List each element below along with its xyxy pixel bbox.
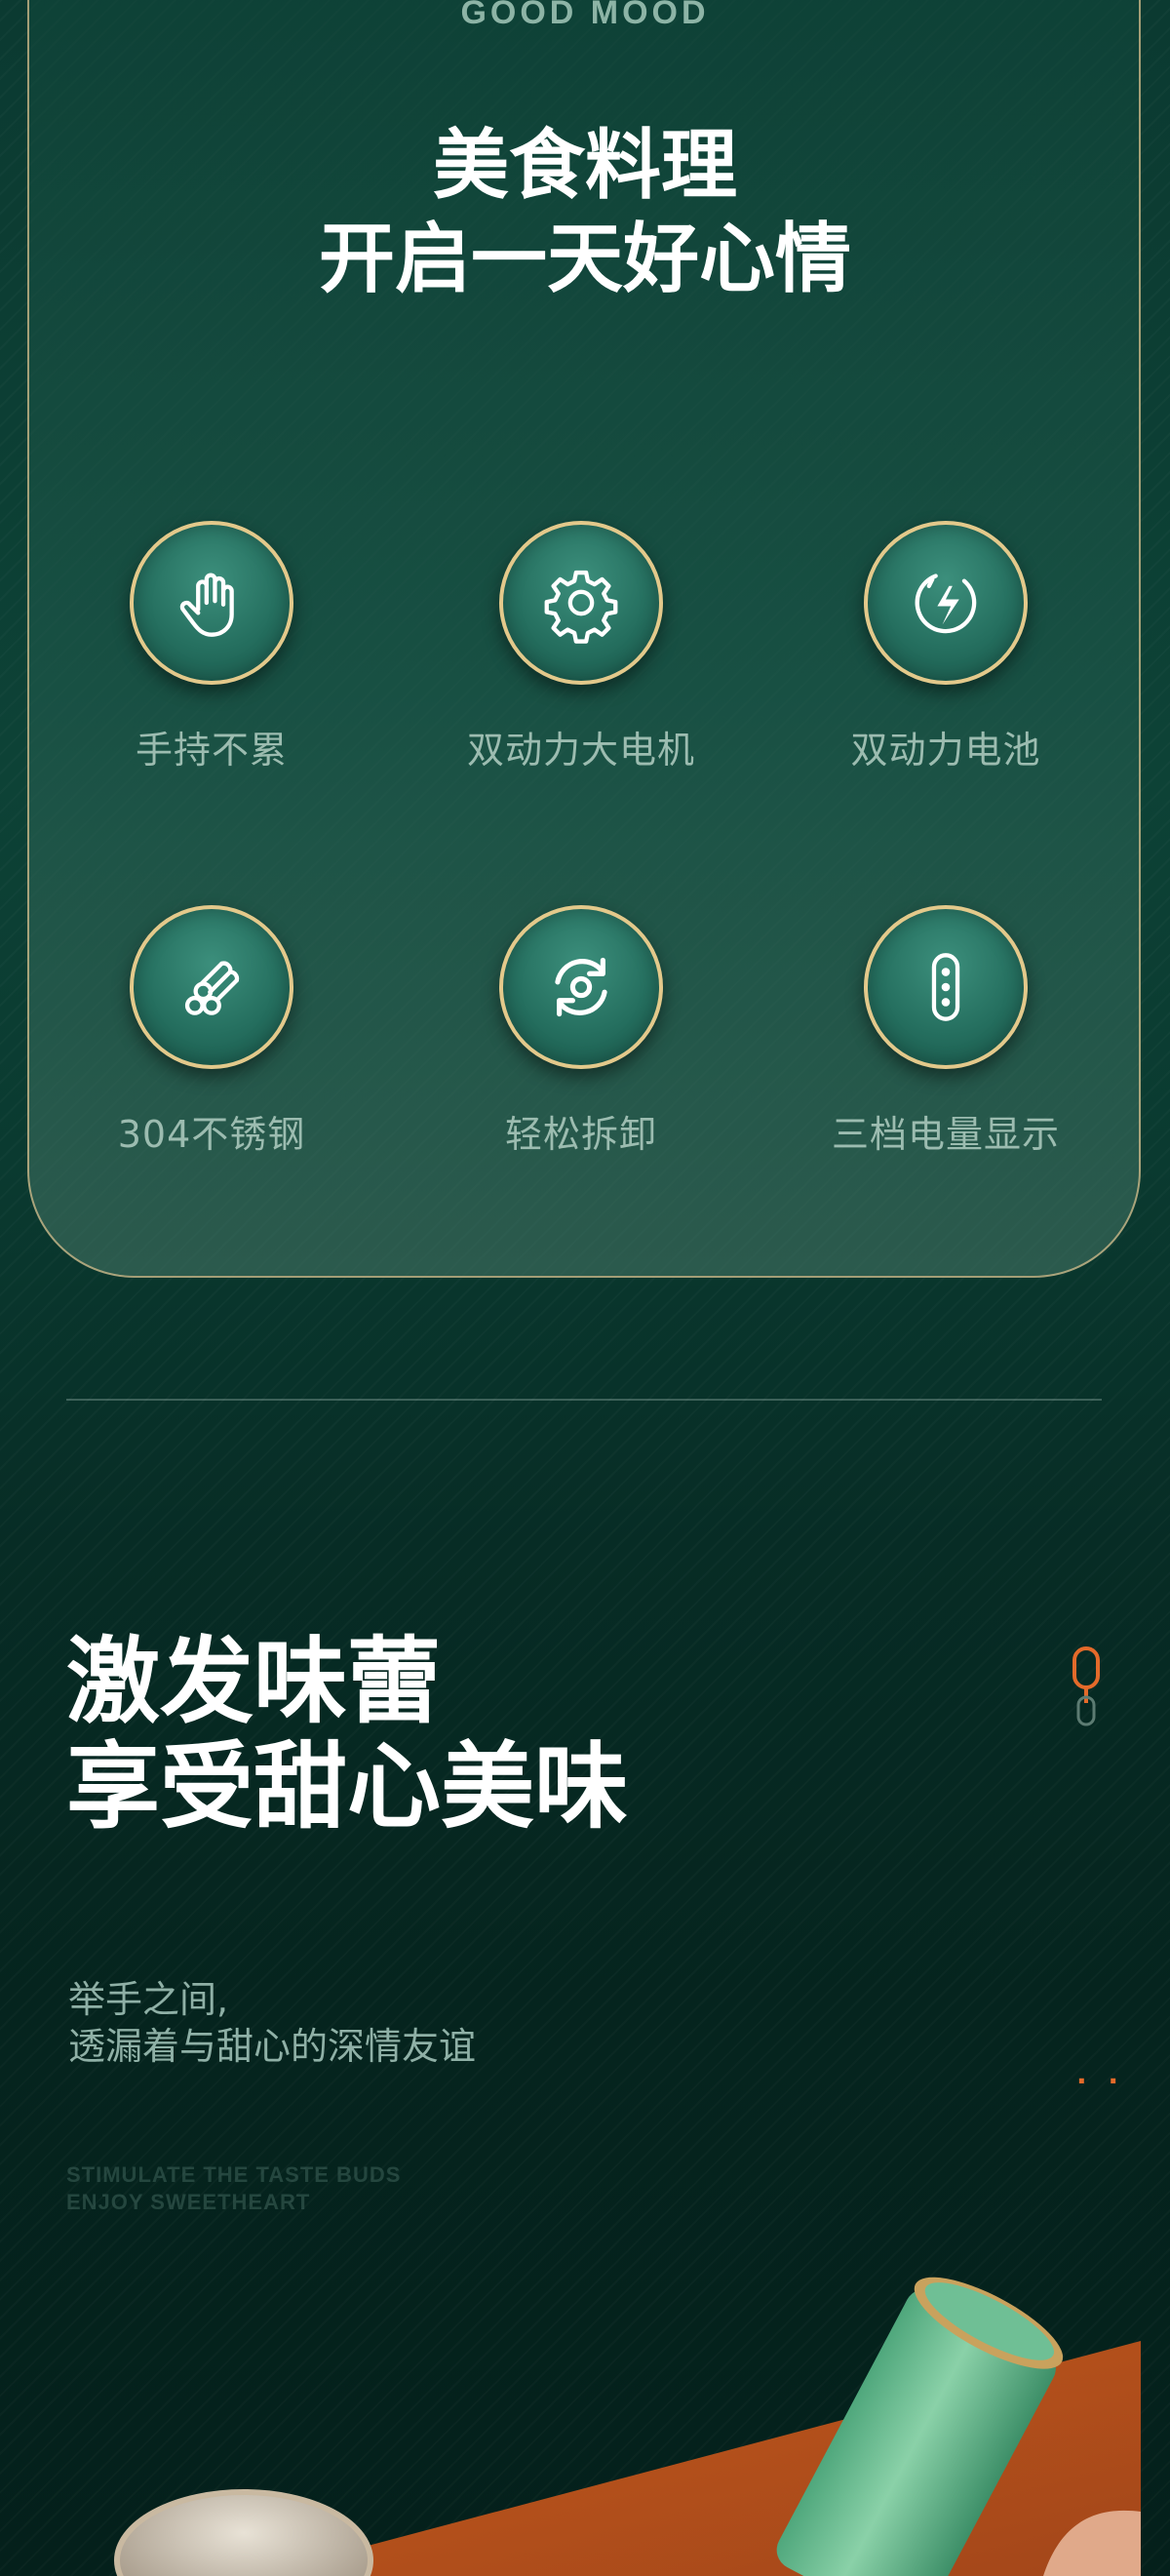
chain-link-icon: [1072, 1646, 1100, 1726]
feature-steel: 304不锈钢: [17, 905, 407, 1158]
feature-label: 双动力大电机: [466, 729, 695, 772]
feature-label: 三档电量显示: [831, 1113, 1060, 1156]
rotate-icon: [555, 957, 607, 1017]
steel-rods-icon: [184, 961, 240, 1015]
section-subtitle: 举手之间, 透漏着与甜心的深情友谊: [68, 1976, 476, 2070]
headline-line1: 美食料理: [432, 122, 737, 210]
headline-line2: 开启一天好心情: [318, 216, 851, 303]
glass-bowl: [114, 2489, 373, 2576]
feature-battery: 双动力电池: [751, 521, 1141, 773]
subtitle-line1: 举手之间,: [68, 1978, 229, 2021]
feature-label: 双动力电池: [850, 729, 1041, 772]
product-scene-illustration: [114, 2277, 1141, 2576]
english-caption: STIMULATE THE TASTE BUDS ENJOY SWEETHEAR…: [66, 2161, 401, 2216]
feature-motor-badge: [499, 521, 663, 685]
feature-motor: 双动力大电机: [386, 521, 776, 773]
decorative-dots: . .: [1076, 2058, 1125, 2090]
section-title: 激发味蕾 享受甜心美味: [66, 1629, 628, 1840]
battery-level-icon: [931, 953, 960, 1021]
feature-level: 三档电量显示: [751, 905, 1141, 1158]
english-caption-line2: ENJOY SWEETHEART: [66, 2190, 311, 2214]
feature-label: 手持不累: [135, 729, 288, 772]
feature-battery-badge: [864, 521, 1028, 685]
feature-detach: 轻松拆卸: [386, 905, 776, 1158]
hand-icon: [179, 573, 234, 637]
feature-steel-badge: [130, 905, 293, 1069]
section-divider: [66, 1399, 1102, 1401]
feature-label: 轻松拆卸: [504, 1113, 657, 1156]
gear-icon: [544, 570, 618, 644]
feature-hand: 手持不累: [17, 521, 407, 773]
feature-level-badge: [864, 905, 1028, 1069]
feature-hand-badge: [130, 521, 293, 685]
english-tag: GOOD MOOD: [460, 0, 710, 31]
feature-label: 304不锈钢: [117, 1113, 306, 1156]
subtitle-line2: 透漏着与甜心的深情友谊: [68, 2025, 477, 2068]
section-title-line2: 享受甜心美味: [66, 1732, 628, 1842]
lightning-timer-icon: [915, 574, 977, 634]
english-caption-line1: STIMULATE THE TASTE BUDS: [66, 2162, 402, 2187]
section-title-line1: 激发味蕾: [66, 1627, 441, 1736]
feature-detach-badge: [499, 905, 663, 1069]
